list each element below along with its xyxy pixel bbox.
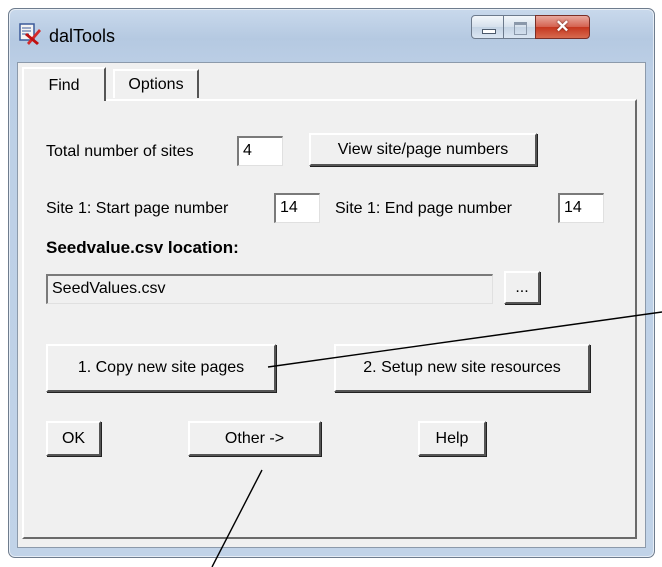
- setup-new-site-resources-button[interactable]: 2. Setup new site resources: [334, 344, 590, 392]
- ok-button[interactable]: OK: [46, 421, 101, 456]
- help-button[interactable]: Help: [418, 421, 486, 456]
- client-area: Options Find Total number of sites 4 Vie…: [17, 62, 646, 548]
- total-sites-input[interactable]: 4: [237, 136, 283, 166]
- copy-new-site-pages-button[interactable]: 1. Copy new site pages: [46, 344, 276, 392]
- app-window: dalTools ✕ Options Find Total number of …: [8, 8, 655, 558]
- browse-button[interactable]: ...: [504, 271, 540, 304]
- title-bar[interactable]: dalTools ✕: [9, 9, 654, 63]
- tab-find-label: Find: [48, 77, 80, 94]
- end-page-input[interactable]: 14: [558, 193, 604, 223]
- tab-options-label: Options: [128, 75, 184, 93]
- close-icon: ✕: [555, 17, 570, 36]
- minimize-button[interactable]: [471, 15, 504, 39]
- maximize-button[interactable]: [503, 15, 536, 39]
- app-tools-icon: [19, 23, 41, 45]
- tab-find[interactable]: Find: [22, 67, 106, 101]
- other-button[interactable]: Other ->: [188, 421, 321, 456]
- close-button[interactable]: ✕: [535, 15, 590, 39]
- tab-options[interactable]: Options: [113, 69, 199, 98]
- window-title: dalTools: [49, 26, 116, 46]
- start-page-input[interactable]: 14: [274, 193, 320, 223]
- start-page-label: Site 1: Start page number: [46, 200, 229, 217]
- minimize-icon: [482, 29, 496, 34]
- end-page-label: Site 1: End page number: [335, 200, 513, 217]
- seed-location-input[interactable]: SeedValues.csv: [46, 274, 493, 304]
- total-sites-label: Total number of sites: [46, 143, 194, 160]
- view-site-page-numbers-button[interactable]: View site/page numbers: [309, 133, 537, 166]
- maximize-icon: [514, 22, 527, 35]
- seed-location-label: Seedvalue.csv location:: [46, 238, 239, 257]
